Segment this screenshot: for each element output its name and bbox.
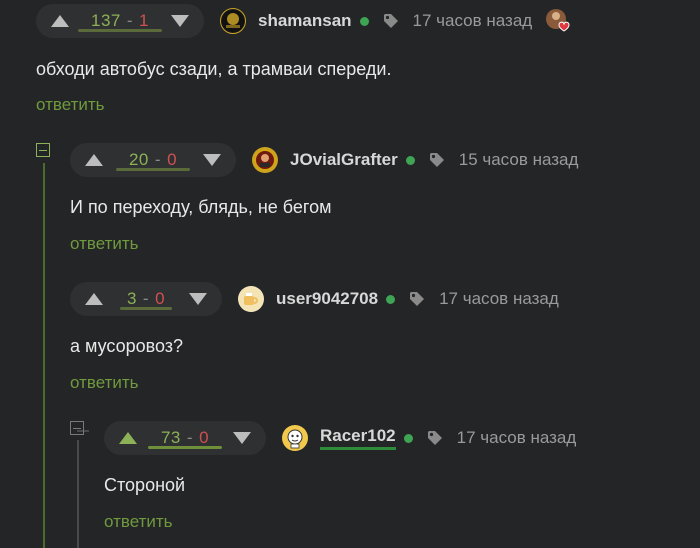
downvote-button[interactable] — [200, 150, 224, 170]
upvote-button[interactable] — [116, 428, 140, 448]
username[interactable]: JOvialGrafter — [290, 150, 398, 170]
downvote-count: 0 — [199, 428, 210, 447]
online-status-icon — [403, 433, 413, 443]
vote-score: 137-1 — [72, 4, 168, 38]
tag-icon[interactable] — [383, 13, 399, 29]
reply-link[interactable]: ответить — [70, 373, 139, 393]
online-status-icon — [386, 294, 396, 304]
avatar[interactable] — [220, 8, 246, 34]
reply-link[interactable]: ответить — [70, 234, 139, 254]
comment-time[interactable]: 17 часов назад — [413, 11, 533, 31]
downvote-count: 0 — [167, 150, 178, 169]
collapse-thread-button[interactable] — [70, 421, 84, 435]
upvote-count: 73 — [160, 428, 181, 447]
vote-control: 73-0 — [104, 421, 266, 455]
comment-text: обходи автобус сзади, а трамваи спереди. — [36, 59, 392, 79]
upvote-button[interactable] — [82, 150, 106, 170]
comment-header: 3-0 user9042708 17 часов назад — [70, 281, 559, 317]
tag-icon[interactable] — [409, 291, 425, 307]
avatar[interactable] — [252, 147, 278, 173]
comment-header: 73-0 Racer102 17 часов назад — [104, 420, 576, 456]
thread-line-level1 — [43, 163, 45, 548]
tag-icon[interactable] — [429, 152, 445, 168]
reply-link[interactable]: ответить — [104, 512, 173, 532]
thread-line-level3 — [77, 440, 79, 548]
upvote-count: 20 — [128, 150, 149, 169]
downvote-count: 0 — [155, 289, 166, 308]
username[interactable]: Racer102 — [320, 426, 396, 450]
upvote-count: 137 — [90, 11, 121, 30]
username[interactable]: user9042708 — [276, 289, 378, 309]
avatar[interactable] — [282, 425, 308, 451]
comment-time[interactable]: 17 часов назад — [439, 289, 559, 309]
vote-score: 20-0 — [106, 143, 200, 177]
comment-time[interactable]: 15 часов назад — [459, 150, 579, 170]
upvote-count: 3 — [126, 289, 137, 308]
avatar[interactable] — [238, 286, 264, 312]
vote-control: 3-0 — [70, 282, 222, 316]
tag-icon[interactable] — [427, 430, 443, 446]
vote-ratio-bar — [78, 29, 162, 32]
online-status-icon — [359, 16, 369, 26]
online-status-icon — [405, 155, 415, 165]
downvote-button[interactable] — [186, 289, 210, 309]
reply-link[interactable]: ответить — [36, 95, 105, 115]
downvote-button[interactable] — [230, 428, 254, 448]
comment-header: 137-1 shamansan 17 часов назад — [36, 3, 572, 39]
downvote-count: 1 — [139, 11, 149, 30]
vote-score: 3-0 — [106, 282, 186, 316]
collapse-thread-button[interactable] — [36, 143, 50, 157]
comment-text: И по переходу, блядь, не бегом — [70, 197, 332, 217]
upvote-button[interactable] — [48, 11, 72, 31]
vote-ratio-bar — [148, 446, 222, 449]
vote-score: 73-0 — [140, 421, 230, 455]
comment-header: 20-0 JOvialGrafter 15 часов назад — [70, 142, 578, 178]
comment-time[interactable]: 17 часов назад — [457, 428, 577, 448]
vote-control: 20-0 — [70, 143, 236, 177]
vote-control: 137-1 — [36, 4, 204, 38]
vote-ratio-bar — [120, 307, 172, 310]
comment-text: а мусоровоз? — [70, 336, 184, 356]
upvote-button[interactable] — [82, 289, 106, 309]
comment-text: Стороной — [104, 475, 186, 495]
username[interactable]: shamansan — [258, 11, 352, 31]
award-icon[interactable] — [544, 7, 572, 35]
vote-ratio-bar — [116, 168, 190, 171]
downvote-button[interactable] — [168, 11, 192, 31]
